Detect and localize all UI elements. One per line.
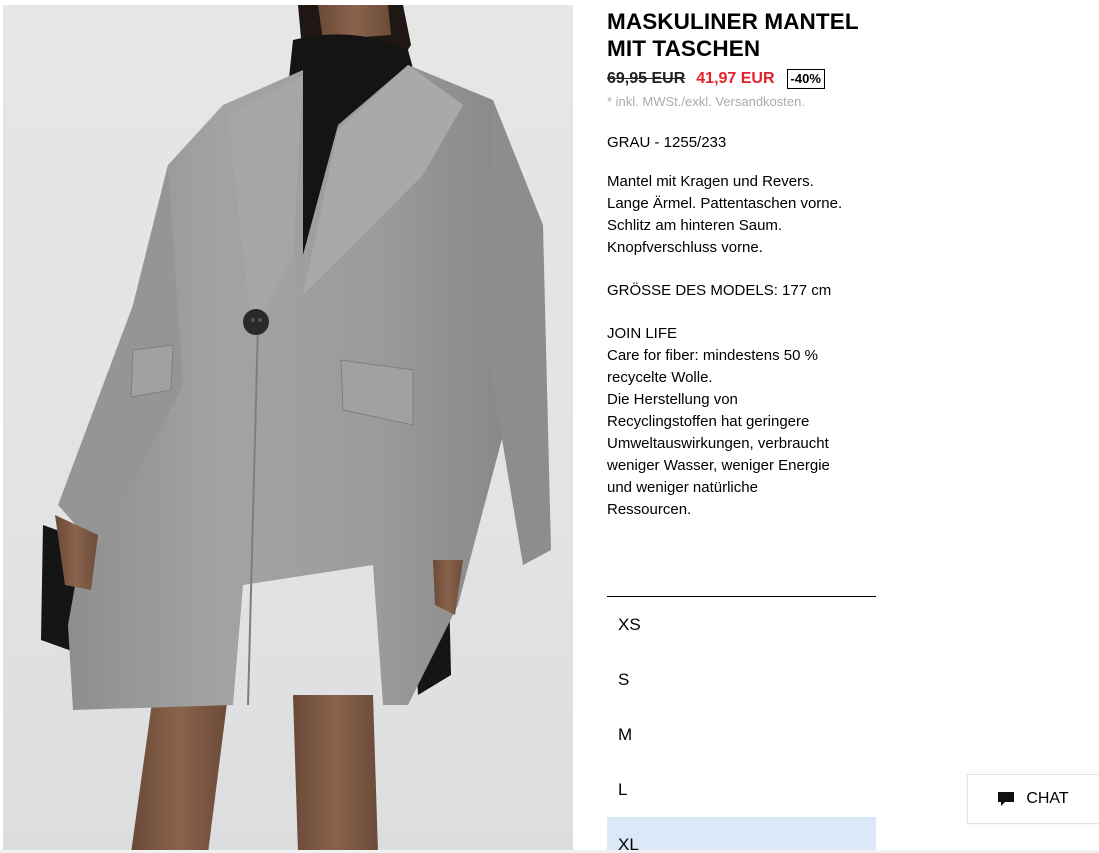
price-row: 69,95 EUR 41,97 EUR -40% [607,67,879,91]
size-option-m[interactable]: M [607,707,876,762]
join-life-info: JOIN LIFE Care for fiber: mindestens 50 … [607,325,830,518]
chat-label: CHAT [1026,790,1069,807]
product-image[interactable] [3,5,573,853]
size-option-xl[interactable]: XL [607,817,876,853]
size-option-s[interactable]: S [607,652,876,707]
size-option-xs[interactable]: XS [607,597,876,652]
size-option-l[interactable]: L [607,762,876,817]
color-reference: GRAU - 1255/233 [607,134,727,151]
coat-illustration [41,5,551,853]
product-description: Mantel mit Kragen und Revers. Lange Ärme… [607,173,843,256]
product-info: MASKULINER MANTEL MIT TASCHEN 69,95 EUR … [607,8,879,521]
model-size: GRÖSSE DES MODELS: 177 cm [607,282,832,299]
chat-bubble-icon [998,791,1015,807]
chat-button[interactable]: CHAT [967,774,1099,824]
product-title: MASKULINER MANTEL MIT TASCHEN [607,9,859,61]
sale-price: 41,97 EUR [696,70,775,87]
original-price: 69,95 EUR [607,70,686,87]
tax-note: * inkl. MWSt./exkl. Versandkosten. [607,94,805,109]
discount-badge: -40% [786,69,825,89]
product-page: MASKULINER MANTEL MIT TASCHEN 69,95 EUR … [0,0,1099,853]
size-list: XS S M L XL [607,596,876,853]
